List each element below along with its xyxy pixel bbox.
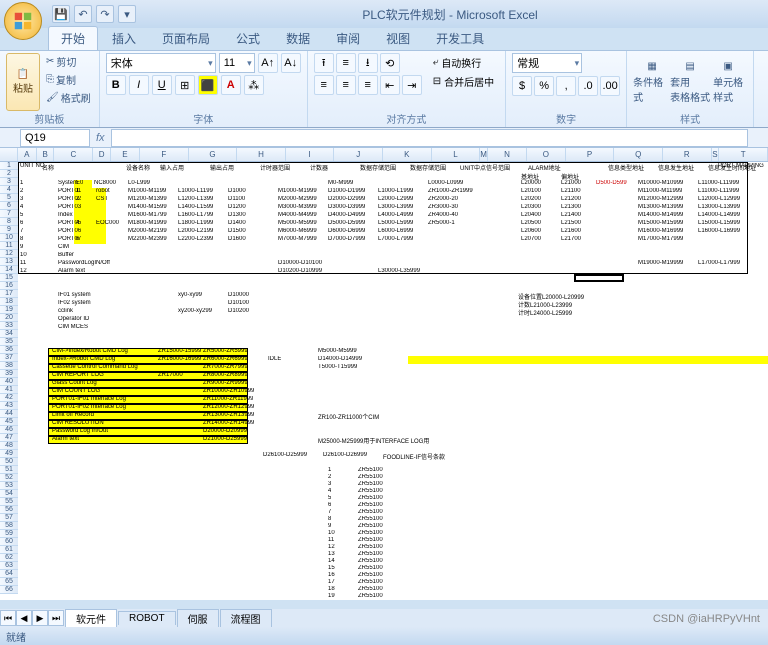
tab-formula[interactable]: 公式 <box>224 27 272 50</box>
sheet-tab-0[interactable]: 软元件 <box>65 609 117 627</box>
group-styles-label: 样式 <box>627 111 753 126</box>
sheet-nav-last[interactable]: ⏭ <box>48 610 64 626</box>
scissors-icon: ✂ <box>46 56 54 67</box>
cut-button[interactable]: ✂剪切 <box>44 53 93 70</box>
align-bottom-button[interactable]: ⭳ <box>358 53 378 73</box>
italic-button[interactable]: I <box>129 75 149 95</box>
office-button[interactable] <box>4 2 42 40</box>
window-title: PLC软元件规划 - Microsoft Excel <box>136 6 764 23</box>
hdr-name: 名称 <box>42 163 54 172</box>
save-icon[interactable]: 💾 <box>52 5 70 23</box>
align-left-button[interactable]: ≡ <box>314 75 334 95</box>
indent-inc-button[interactable]: ⇥ <box>402 75 422 95</box>
wrap-icon: ⤶ <box>433 57 439 68</box>
tab-insert[interactable]: 插入 <box>100 27 148 50</box>
number-format-combo[interactable]: 常规 <box>512 53 582 73</box>
font-size-combo[interactable]: 11 <box>219 53 255 73</box>
cell-styles-button[interactable]: ▣单元格 样式 <box>709 53 747 111</box>
bold-button[interactable]: B <box>106 75 126 95</box>
tab-review[interactable]: 审阅 <box>324 27 372 50</box>
cells-area[interactable]: UNIT NO 名称 设备名称 输入占用 输出占用 计时器范围 计数器 数据存储… <box>18 162 768 600</box>
wrap-text-button[interactable]: ⤶自动换行 <box>428 53 499 72</box>
group-font-label: 字体 <box>100 111 307 126</box>
comma-button[interactable]: , <box>556 76 576 96</box>
name-box[interactable]: Q19 <box>20 129 90 147</box>
merge-icon: ⊟ <box>433 76 441 87</box>
shrink-font-button[interactable]: A↓ <box>281 53 301 73</box>
align-center-button[interactable]: ≡ <box>336 75 356 95</box>
conditional-format-button[interactable]: ▦条件格式 <box>633 53 671 111</box>
copy-button[interactable]: ⎘复制 <box>44 71 93 88</box>
indent-dec-button[interactable]: ⇤ <box>380 75 400 95</box>
group-number-label: 数字 <box>506 111 626 126</box>
table-icon: ▤ <box>685 61 694 72</box>
row-headers[interactable]: 1234567891011121314151617181920333435363… <box>0 162 18 594</box>
group-clipboard-label: 剪贴板 <box>0 111 99 126</box>
brush-icon: 🖌 <box>46 92 59 103</box>
percent-button[interactable]: % <box>534 76 554 96</box>
cell-style-icon: ▣ <box>723 61 732 72</box>
sheet-tab-3[interactable]: 流程图 <box>220 609 272 627</box>
inc-decimal-button[interactable]: .0 <box>578 76 598 96</box>
column-headers[interactable]: AB CD EF GH IJ KL MN OP QR ST <box>0 148 768 162</box>
undo-icon[interactable]: ↶ <box>74 5 92 23</box>
fx-icon[interactable]: fx <box>96 132 105 144</box>
sheet-nav-prev[interactable]: ◀ <box>16 610 32 626</box>
align-middle-button[interactable]: ≡ <box>336 53 356 73</box>
watermark: CSDN @iaHRPyVHnt <box>653 613 760 625</box>
tab-data[interactable]: 数据 <box>274 27 322 50</box>
hdr-unitno: UNIT NO <box>20 163 45 169</box>
orientation-button[interactable]: ⟲ <box>380 53 400 73</box>
font-color-button[interactable]: A <box>221 75 241 95</box>
formula-bar: Q19 fx <box>0 128 768 148</box>
ribbon-tabs: 开始 插入 页面布局 公式 数据 审阅 视图 开发工具 <box>0 28 768 50</box>
tab-layout[interactable]: 页面布局 <box>150 27 222 50</box>
sheet-tab-1[interactable]: ROBOT <box>118 611 176 625</box>
status-text: 就绪 <box>6 629 26 644</box>
sheet-tab-2[interactable]: 伺服 <box>177 609 219 627</box>
title-bar: 💾 ↶ ↷ ▾ PLC软元件规划 - Microsoft Excel <box>0 0 768 28</box>
sheet-nav-first[interactable]: ⏮ <box>0 610 16 626</box>
ribbon: 📋 粘贴 ✂剪切 ⎘复制 🖌格式刷 剪贴板 宋体 11 A↑ A↓ B I U … <box>0 50 768 128</box>
font-name-combo[interactable]: 宋体 <box>106 53 216 73</box>
dec-decimal-button[interactable]: .00 <box>600 76 620 96</box>
align-top-button[interactable]: ⭱ <box>314 53 334 73</box>
quick-access-toolbar: 💾 ↶ ↷ ▾ <box>52 5 136 23</box>
status-bar: 就绪 <box>0 627 768 645</box>
copy-icon: ⎘ <box>46 74 54 85</box>
fill-color-button[interactable]: ⬛ <box>198 75 218 95</box>
clipboard-icon: 📋 <box>17 69 29 80</box>
formula-input[interactable] <box>111 129 748 147</box>
cond-format-icon: ▦ <box>647 61 656 72</box>
highlight-row <box>408 356 768 364</box>
format-table-button[interactable]: ▤套用 表格格式 <box>671 53 709 111</box>
align-right-button[interactable]: ≡ <box>358 75 378 95</box>
qat-more-icon[interactable]: ▾ <box>118 5 136 23</box>
active-cell-selection <box>574 274 624 282</box>
format-painter-button[interactable]: 🖌格式刷 <box>44 89 93 106</box>
tab-view[interactable]: 视图 <box>374 27 422 50</box>
paste-button[interactable]: 📋 粘贴 <box>6 53 40 111</box>
border-button[interactable]: ⊞ <box>175 75 195 95</box>
tab-dev[interactable]: 开发工具 <box>424 27 496 50</box>
currency-button[interactable]: $ <box>512 76 532 96</box>
worksheet-grid[interactable]: AB CD EF GH IJ KL MN OP QR ST 1234567891… <box>0 148 768 600</box>
phonetic-button[interactable]: ⁂ <box>244 75 264 95</box>
grow-font-button[interactable]: A↑ <box>258 53 278 73</box>
underline-button[interactable]: U <box>152 75 172 95</box>
tab-home[interactable]: 开始 <box>48 26 98 50</box>
sheet-nav-next[interactable]: ▶ <box>32 610 48 626</box>
redo-icon[interactable]: ↷ <box>96 5 114 23</box>
merge-center-button[interactable]: ⊟合并后居中 <box>428 72 499 91</box>
group-align-label: 对齐方式 <box>308 111 505 126</box>
